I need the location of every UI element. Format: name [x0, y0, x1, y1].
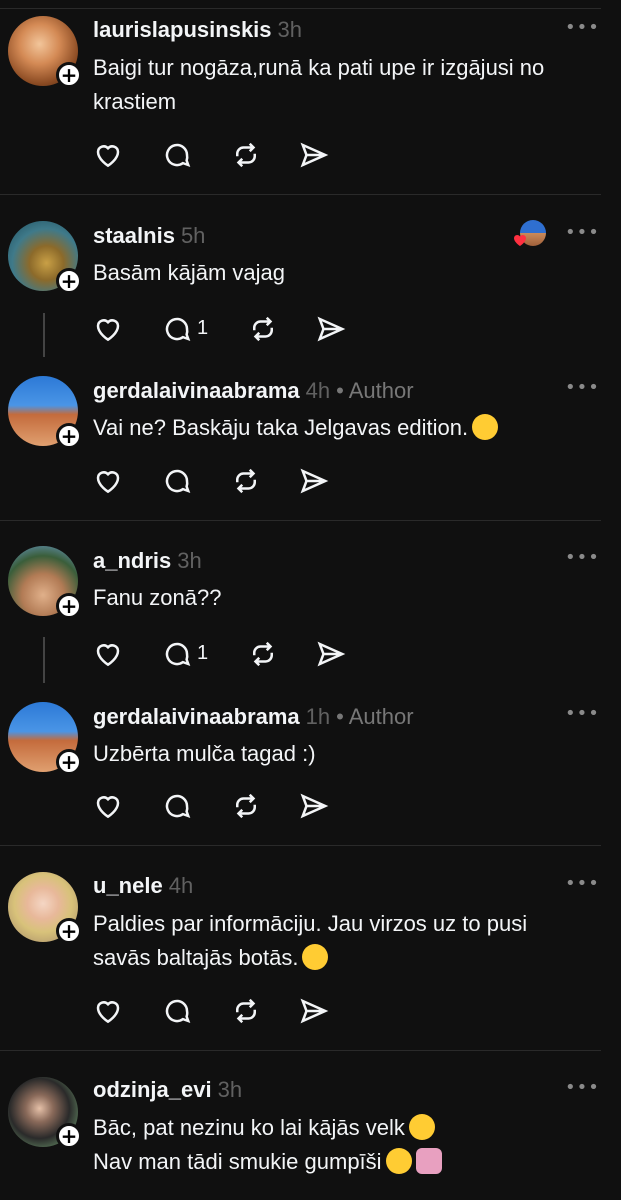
username[interactable]: gerdalaivinaabrama 4h • Author: [93, 378, 414, 404]
repost-icon[interactable]: [231, 466, 263, 498]
grinning-emoji-icon: [472, 414, 499, 440]
comment-bubble-icon[interactable]: [162, 466, 194, 498]
more-options-icon[interactable]: •••: [565, 549, 599, 567]
timestamp: 3h: [177, 548, 202, 573]
follow-plus-icon[interactable]: +: [56, 62, 82, 88]
more-options-icon[interactable]: •••: [565, 705, 599, 723]
post-text: Basām kājām vajag: [93, 260, 285, 285]
follow-plus-icon[interactable]: +: [56, 1123, 82, 1149]
send-icon[interactable]: [299, 791, 331, 823]
reply-count: 1: [197, 317, 209, 339]
repost-icon[interactable]: [248, 639, 280, 671]
username[interactable]: odzinja_evi 3h: [93, 1077, 242, 1103]
post-text: Bāc, pat nezinu ko lai kājās velk Nav ma…: [93, 1111, 603, 1179]
heart-icon[interactable]: [93, 140, 125, 172]
post-text: Fanu zonā??: [93, 585, 222, 610]
shrug-emoji-icon: [415, 1148, 442, 1174]
timestamp: 3h: [277, 17, 303, 42]
repost-icon[interactable]: [231, 996, 263, 1028]
heart-icon[interactable]: [93, 314, 125, 346]
comment-bubble-icon[interactable]: [162, 314, 194, 346]
comment-bubble-icon[interactable]: [162, 639, 194, 671]
send-icon[interactable]: [299, 466, 331, 498]
more-options-icon[interactable]: •••: [565, 224, 599, 242]
comment-bubble-icon[interactable]: [162, 791, 194, 823]
follow-plus-icon[interactable]: +: [56, 749, 82, 775]
heart-icon[interactable]: [93, 639, 125, 671]
liked-by-avatar: [512, 220, 548, 250]
send-icon[interactable]: [299, 996, 331, 1028]
more-options-icon[interactable]: •••: [565, 379, 599, 397]
timestamp: 5h: [180, 223, 206, 248]
more-options-icon[interactable]: •••: [565, 19, 599, 37]
send-icon[interactable]: [299, 140, 331, 172]
username[interactable]: u_nele 4h: [93, 873, 193, 899]
repost-icon[interactable]: [231, 140, 263, 172]
post-text: Baigi tur nogāza,runā ka pati upe ir izg…: [93, 55, 545, 114]
timestamp: 4h: [168, 873, 194, 898]
send-icon[interactable]: [316, 314, 348, 346]
username[interactable]: laurislapusinskis 3h: [93, 17, 302, 43]
heart-icon: [514, 234, 526, 246]
grinning-sweat-emoji-icon: [385, 1148, 412, 1174]
username[interactable]: staalnis 5h: [93, 223, 205, 249]
more-options-icon[interactable]: •••: [565, 875, 599, 893]
timestamp: 1h: [305, 704, 331, 729]
grinning-sweat-emoji-icon: [408, 1114, 435, 1140]
follow-plus-icon[interactable]: +: [56, 423, 82, 449]
comment-bubble-icon[interactable]: [162, 140, 194, 172]
divider: [0, 845, 601, 846]
heart-icon[interactable]: [93, 996, 125, 1028]
divider: [0, 8, 601, 9]
follow-plus-icon[interactable]: +: [56, 268, 82, 294]
divider: [0, 1050, 601, 1051]
timestamp: 3h: [217, 1077, 243, 1102]
username[interactable]: a_ndris 3h: [93, 548, 202, 574]
heart-icon[interactable]: [93, 791, 125, 823]
comment-bubble-icon[interactable]: [162, 996, 194, 1028]
post-text: Vai ne? Baskāju taka Jelgavas edition.: [93, 411, 603, 445]
heart-icon[interactable]: [93, 466, 125, 498]
repost-icon[interactable]: [231, 791, 263, 823]
divider: [0, 520, 601, 521]
thread-line: [43, 637, 45, 683]
author-badge: • Author: [336, 704, 414, 729]
thread-line: [43, 313, 45, 357]
timestamp: 4h: [305, 378, 331, 403]
post-text: Paldies par informāciju. Jau virzos uz t…: [93, 911, 528, 970]
send-icon[interactable]: [316, 639, 348, 671]
divider: [0, 194, 601, 195]
follow-plus-icon[interactable]: +: [56, 593, 82, 619]
author-badge: • Author: [336, 378, 414, 403]
reply-count: 1: [197, 642, 209, 664]
username[interactable]: gerdalaivinaabrama 1h • Author: [93, 704, 414, 730]
shushing-face-emoji-icon: [302, 944, 329, 970]
repost-icon[interactable]: [248, 314, 280, 346]
post-text: Uzbērta mulča tagad :): [93, 741, 316, 766]
follow-plus-icon[interactable]: +: [56, 918, 82, 944]
more-options-icon[interactable]: •••: [565, 1079, 599, 1097]
